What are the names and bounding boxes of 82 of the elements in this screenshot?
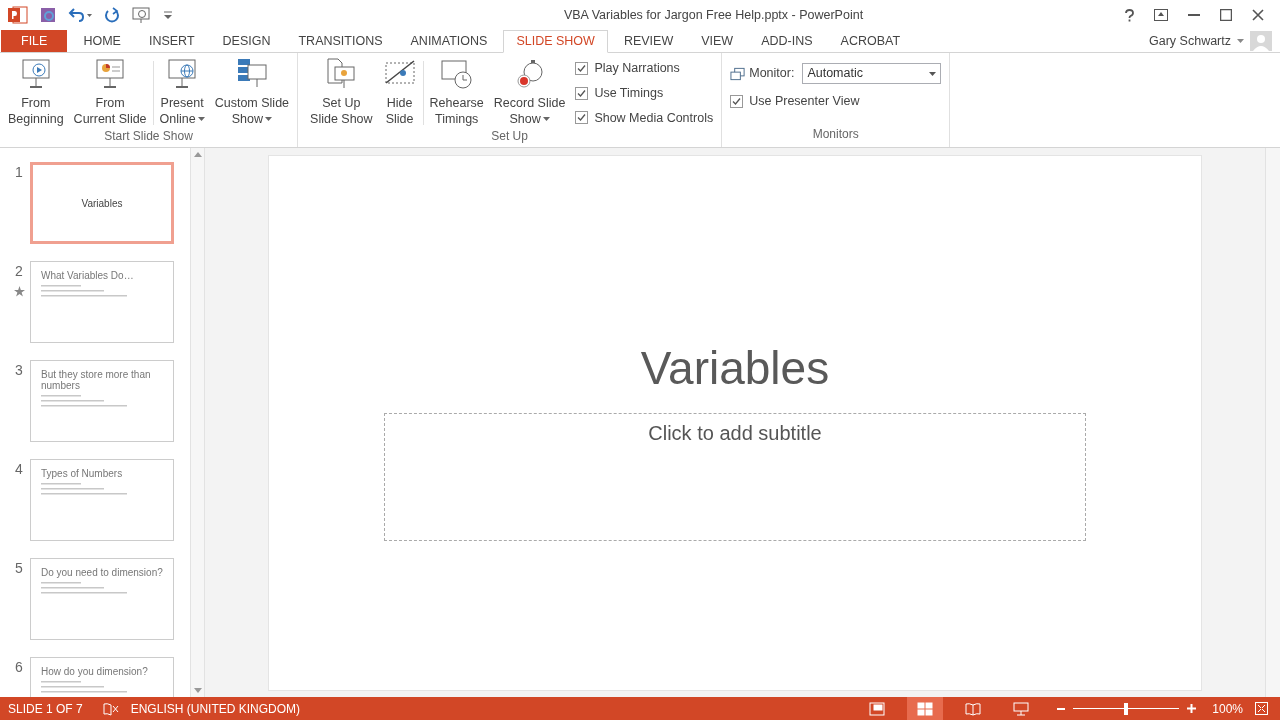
help-icon[interactable]: [1125, 8, 1134, 22]
slide-counter: SLIDE 1 OF 7: [7, 700, 83, 718]
ribbon-button[interactable]: Custom Slide Show: [210, 53, 294, 127]
checkbox[interactable]: Use Presenter View: [730, 92, 942, 111]
customize-menu-icon[interactable]: [164, 11, 172, 19]
ribbon-button[interactable]: Rehearse Timings: [425, 53, 488, 127]
slide-sorter-icon: [917, 701, 934, 716]
check-icon: [577, 113, 587, 123]
slide-number: 3: [15, 361, 23, 380]
slide-number: 1: [15, 163, 23, 182]
start-show-icon[interactable]: [132, 7, 152, 23]
slide-title[interactable]: Variables: [640, 334, 830, 403]
zoom-in-icon[interactable]: [1187, 704, 1197, 713]
check-icon: [577, 63, 587, 73]
window-title: VBA Variables for Jargon Free Help.pptx - PowerPoint: [563, 6, 864, 24]
zoom-level[interactable]: 100%: [1212, 699, 1243, 718]
ribbon-tab[interactable]: HOME: [71, 30, 133, 52]
spelling-check-icon[interactable]: [102, 701, 119, 716]
ribbon-tab[interactable]: ANIMATIONS: [398, 30, 500, 52]
group-label: Set Up: [490, 128, 529, 146]
slide-thumbnail[interactable]: How do you dimension?: [30, 657, 174, 697]
undo-icon[interactable]: [68, 7, 92, 23]
monitor-label: Monitor:: [749, 65, 795, 83]
ribbon-tab[interactable]: ADD-INS: [749, 30, 825, 52]
save-icon[interactable]: [40, 7, 56, 23]
ribbon-button[interactable]: Hide Slide: [378, 53, 421, 127]
star-icon: [13, 286, 25, 297]
slide-thumbnail[interactable]: What Variables Do…: [30, 261, 174, 343]
ribbon-tab[interactable]: ACROBAT: [828, 30, 913, 52]
close-icon[interactable]: [1252, 9, 1264, 21]
check-icon: [577, 88, 587, 98]
ribbon-button[interactable]: Present Online: [155, 53, 209, 127]
ribbon-button[interactable]: From Beginning: [4, 53, 68, 127]
checkbox[interactable]: Play Narrations: [575, 59, 714, 78]
ribbon-tab[interactable]: FILE: [1, 30, 68, 52]
redo-icon[interactable]: [104, 7, 120, 23]
slide-thumbnail[interactable]: Types of Numbers: [30, 459, 174, 541]
scroll-up-icon[interactable]: [193, 152, 202, 157]
ribbon-button[interactable]: From Current Slide: [69, 53, 151, 127]
monitor-dropdown[interactable]: Automatic: [802, 63, 942, 84]
caret-icon: [265, 117, 272, 121]
normal-view-icon: [869, 701, 886, 716]
check-icon: [732, 96, 742, 106]
powerpoint-icon: [8, 6, 28, 24]
ribbon-tab[interactable]: DESIGN: [210, 30, 283, 52]
ribbon-display-icon[interactable]: [1154, 9, 1168, 21]
checkbox[interactable]: Show Media Controls: [575, 108, 714, 128]
slide-thumbnail[interactable]: Do you need to dimension?: [30, 558, 174, 640]
caret-icon: [197, 117, 205, 121]
fit-to-window-icon[interactable]: [1255, 702, 1268, 715]
group-label: Start Slide Show: [103, 128, 194, 145]
subtitle-placeholder[interactable]: Click to add subtitle: [384, 413, 1086, 541]
caret-icon: [1237, 39, 1244, 43]
ribbon-tab[interactable]: REVIEW: [611, 30, 686, 52]
slide-number: 6: [15, 658, 23, 677]
maximize-icon[interactable]: [1220, 9, 1232, 21]
book-icon: [965, 701, 982, 716]
caret-icon: [929, 71, 937, 76]
zoom-slider[interactable]: [1073, 702, 1180, 715]
slide-thumbnail[interactable]: Variables: [30, 162, 174, 244]
slide-number: 4: [15, 460, 23, 479]
ribbon-button[interactable]: Record Slide Show: [489, 53, 570, 127]
checkbox[interactable]: Use Timings: [575, 83, 714, 103]
monitors-icon: [730, 66, 746, 81]
ribbon-tab[interactable]: TRANSITIONS: [286, 30, 395, 52]
ribbon-tab[interactable]: VIEW: [689, 30, 746, 52]
ribbon-tab[interactable]: SLIDE SHOW: [503, 30, 608, 53]
slide-number: 2: [15, 262, 23, 281]
slide-thumbnail[interactable]: But they store more than numbers: [30, 360, 174, 442]
ribbon-button[interactable]: Set Up Slide Show: [306, 53, 377, 127]
ribbon-tab[interactable]: INSERT: [136, 30, 207, 52]
scroll-down-icon[interactable]: [193, 688, 202, 693]
group-label: Monitors: [811, 126, 860, 143]
caret-icon: [542, 117, 550, 121]
zoom-out-icon[interactable]: [1057, 707, 1066, 710]
view-button[interactable]: [907, 697, 944, 720]
projector-icon: [1013, 701, 1030, 716]
language-status[interactable]: ENGLISH (UNITED KINGDOM): [130, 699, 301, 718]
slide-stopwatch-icon: [439, 57, 474, 91]
zoom-slider-thumb[interactable]: [1124, 702, 1129, 715]
user-name[interactable]: Gary Schwartz: [1149, 31, 1231, 51]
slide-number: 5: [15, 559, 23, 578]
